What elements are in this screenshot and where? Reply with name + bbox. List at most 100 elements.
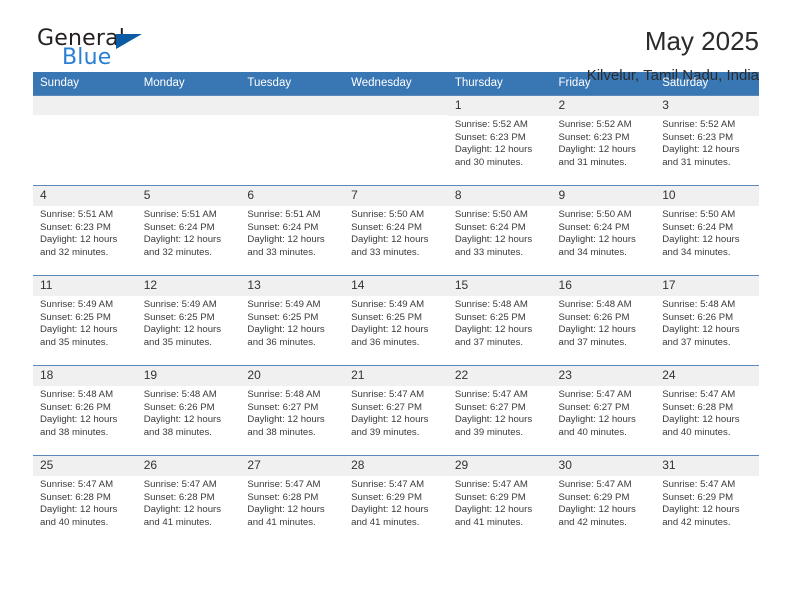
sunrise-sunset-calendar: Sunday Monday Tuesday Wednesday Thursday… bbox=[33, 72, 759, 546]
sunset-text: Sunset: 6:24 PM bbox=[662, 221, 734, 233]
sunset-text: Sunset: 6:29 PM bbox=[454, 491, 526, 503]
daylight-text-line1: Daylight: 12 hours bbox=[247, 324, 325, 336]
sunrise-text: Sunrise: 5:47 AM bbox=[40, 479, 114, 490]
daylight-text-line2: and 42 minutes. bbox=[558, 516, 627, 528]
calendar-day-cell[interactable]: 1 Sunrise: 5:52 AM Sunset: 6:23 PM Daylight… bbox=[447, 95, 552, 186]
daylight-text-line2: and 32 minutes. bbox=[143, 246, 212, 258]
page-title: May 2025 bbox=[644, 26, 759, 56]
calendar-day-cell[interactable]: 27 Sunrise: 5:47 AM Sunset: 6:28 PM Dayligh… bbox=[240, 455, 345, 546]
calendar-day-cell[interactable]: 25 Sunrise: 5:47 AM Sunset: 6:28 PM Dayligh… bbox=[33, 455, 137, 546]
day-number: 17 bbox=[655, 276, 759, 296]
calendar-day-cell[interactable]: 12 Sunrise: 5:49 AM Sunset: 6:25 PM Dayligh… bbox=[136, 275, 241, 366]
daylight-text-line1: Daylight: 12 hours bbox=[454, 234, 533, 246]
calendar-day-cell[interactable]: 6 Sunrise: 5:51 AM Sunset: 6:24 PM Daylight… bbox=[240, 185, 345, 276]
calendar-day-cell[interactable]: 10 Sunrise: 5:50 AM Sunset: 6:24 PM Dayligh… bbox=[655, 185, 759, 276]
calendar-day-cell[interactable]: 17 Sunrise: 5:48 AM Sunset: 6:26 PM Dayligh… bbox=[655, 275, 759, 366]
day-number: 8 bbox=[447, 186, 552, 206]
sunrise-text: Sunrise: 5:52 AM bbox=[662, 119, 736, 130]
day-details: Sunrise: 5:50 AM Sunset: 6:24 PM Daylight:… bbox=[344, 206, 448, 259]
sunset-text: Sunset: 6:25 PM bbox=[247, 311, 319, 323]
daylight-text-line1: Daylight: 12 hours bbox=[662, 414, 740, 426]
sunrise-text: Sunrise: 5:52 AM bbox=[454, 119, 528, 130]
sunrise-text: Sunrise: 5:48 AM bbox=[143, 389, 217, 400]
calendar-day-cell[interactable]: 19 Sunrise: 5:48 AM Sunset: 6:26 PM Dayligh… bbox=[136, 365, 241, 456]
calendar-day-cell[interactable]: 9 Sunrise: 5:50 AM Sunset: 6:24 PM Daylight… bbox=[551, 185, 656, 276]
calendar-day-cell[interactable]: 24 Sunrise: 5:47 AM Sunset: 6:28 PM Dayligh… bbox=[655, 365, 759, 456]
page-header: General Blue May 2025 Kilvelur, Tamil Na… bbox=[33, 0, 759, 84]
sunset-text: Sunset: 6:29 PM bbox=[662, 491, 734, 503]
calendar-day-cell[interactable]: 3 Sunrise: 5:52 AM Sunset: 6:23 PM Daylight… bbox=[655, 95, 759, 186]
daylight-text-line1: Daylight: 12 hours bbox=[351, 414, 429, 426]
daylight-text-line1: Daylight: 12 hours bbox=[662, 234, 740, 246]
day-number bbox=[136, 96, 241, 115]
daylight-text-line2: and 39 minutes. bbox=[454, 426, 524, 438]
calendar-day-cell[interactable]: 15 Sunrise: 5:48 AM Sunset: 6:25 PM Dayligh… bbox=[447, 275, 552, 366]
daylight-text-line2: and 38 minutes. bbox=[40, 426, 109, 438]
day-number: 12 bbox=[136, 276, 241, 296]
day-number: 20 bbox=[240, 366, 345, 386]
general-blue-logo[interactable]: General Blue bbox=[33, 26, 163, 72]
daylight-text-line2: and 40 minutes. bbox=[662, 426, 731, 438]
calendar-empty-cell bbox=[344, 95, 448, 186]
calendar-day-cell[interactable]: 28 Sunrise: 5:47 AM Sunset: 6:29 PM Dayligh… bbox=[344, 455, 448, 546]
day-details: Sunrise: 5:48 AM Sunset: 6:26 PM Daylight:… bbox=[655, 296, 759, 349]
calendar-day-cell[interactable]: 11 Sunrise: 5:49 AM Sunset: 6:25 PM Dayligh… bbox=[33, 275, 137, 366]
daylight-text-line1: Daylight: 12 hours bbox=[558, 414, 636, 426]
daylight-text-line1: Daylight: 12 hours bbox=[454, 414, 533, 426]
calendar-day-cell[interactable]: 2 Sunrise: 5:52 AM Sunset: 6:23 PM Daylight… bbox=[551, 95, 656, 186]
daylight-text-line2: and 40 minutes. bbox=[558, 426, 627, 438]
day-number bbox=[33, 96, 137, 115]
daylight-text-line1: Daylight: 12 hours bbox=[454, 144, 533, 156]
daylight-text-line1: Daylight: 12 hours bbox=[143, 234, 222, 246]
calendar-day-cell[interactable]: 30 Sunrise: 5:47 AM Sunset: 6:29 PM Dayligh… bbox=[551, 455, 656, 546]
day-number: 16 bbox=[551, 276, 656, 296]
weekday-header-monday: Monday bbox=[136, 72, 241, 96]
calendar-day-cell[interactable]: 18 Sunrise: 5:48 AM Sunset: 6:26 PM Dayligh… bbox=[33, 365, 137, 456]
calendar-day-cell[interactable]: 7 Sunrise: 5:50 AM Sunset: 6:24 PM Daylight… bbox=[344, 185, 448, 276]
sunrise-text: Sunrise: 5:47 AM bbox=[662, 479, 736, 490]
day-details: Sunrise: 5:49 AM Sunset: 6:25 PM Daylight:… bbox=[344, 296, 448, 349]
sunrise-text: Sunrise: 5:51 AM bbox=[143, 209, 217, 220]
calendar-week-row: 4 Sunrise: 5:51 AM Sunset: 6:23 PM Daylight… bbox=[33, 185, 759, 276]
daylight-text-line2: and 32 minutes. bbox=[40, 246, 109, 258]
day-number: 13 bbox=[240, 276, 345, 296]
daylight-text-line2: and 33 minutes. bbox=[454, 246, 524, 258]
sunrise-text: Sunrise: 5:47 AM bbox=[143, 479, 217, 490]
calendar-day-cell[interactable]: 5 Sunrise: 5:51 AM Sunset: 6:24 PM Daylight… bbox=[136, 185, 241, 276]
calendar-day-cell[interactable]: 26 Sunrise: 5:47 AM Sunset: 6:28 PM Dayligh… bbox=[136, 455, 241, 546]
calendar-day-cell[interactable]: 21 Sunrise: 5:47 AM Sunset: 6:27 PM Dayligh… bbox=[344, 365, 448, 456]
sunset-text: Sunset: 6:24 PM bbox=[558, 221, 630, 233]
calendar-day-cell[interactable]: 22 Sunrise: 5:47 AM Sunset: 6:27 PM Dayligh… bbox=[447, 365, 552, 456]
calendar-day-cell[interactable]: 31 Sunrise: 5:47 AM Sunset: 6:29 PM Dayligh… bbox=[655, 455, 759, 546]
calendar-day-cell[interactable]: 29 Sunrise: 5:47 AM Sunset: 6:29 PM Dayligh… bbox=[447, 455, 552, 546]
calendar-week-row: 25 Sunrise: 5:47 AM Sunset: 6:28 PM Dayligh… bbox=[33, 455, 759, 546]
day-details: Sunrise: 5:52 AM Sunset: 6:23 PM Daylight:… bbox=[552, 116, 656, 169]
sunset-text: Sunset: 6:27 PM bbox=[351, 401, 423, 413]
sunset-text: Sunset: 6:26 PM bbox=[143, 401, 215, 413]
day-details: Sunrise: 5:47 AM Sunset: 6:28 PM Daylight:… bbox=[655, 386, 759, 439]
daylight-text-line1: Daylight: 12 hours bbox=[40, 324, 118, 336]
sunset-text: Sunset: 6:26 PM bbox=[558, 311, 630, 323]
day-details: Sunrise: 5:48 AM Sunset: 6:26 PM Daylight:… bbox=[552, 296, 656, 349]
sunset-text: Sunset: 6:23 PM bbox=[454, 131, 526, 143]
calendar-day-cell[interactable]: 23 Sunrise: 5:47 AM Sunset: 6:27 PM Dayligh… bbox=[551, 365, 656, 456]
calendar-day-cell[interactable]: 20 Sunrise: 5:48 AM Sunset: 6:27 PM Dayligh… bbox=[240, 365, 345, 456]
day-details: Sunrise: 5:49 AM Sunset: 6:25 PM Daylight:… bbox=[240, 296, 344, 349]
day-details: Sunrise: 5:48 AM Sunset: 6:25 PM Daylight:… bbox=[448, 296, 552, 349]
day-number: 11 bbox=[33, 276, 137, 296]
weekday-header-thursday: Thursday bbox=[447, 72, 552, 96]
calendar-day-cell[interactable]: 8 Sunrise: 5:50 AM Sunset: 6:24 PM Daylight… bbox=[447, 185, 552, 276]
logo-text-blue: Blue bbox=[62, 45, 112, 70]
calendar-day-cell[interactable]: 13 Sunrise: 5:49 AM Sunset: 6:25 PM Dayligh… bbox=[240, 275, 345, 366]
day-number: 21 bbox=[344, 366, 448, 386]
calendar-day-cell[interactable]: 14 Sunrise: 5:49 AM Sunset: 6:25 PM Dayligh… bbox=[344, 275, 448, 366]
sunrise-text: Sunrise: 5:49 AM bbox=[40, 299, 114, 310]
daylight-text-line2: and 41 minutes. bbox=[454, 516, 524, 528]
daylight-text-line2: and 41 minutes. bbox=[247, 516, 316, 528]
day-number bbox=[240, 96, 345, 115]
sunrise-text: Sunrise: 5:50 AM bbox=[351, 209, 425, 220]
daylight-text-line1: Daylight: 12 hours bbox=[247, 504, 325, 516]
day-number: 26 bbox=[136, 456, 241, 476]
calendar-day-cell[interactable]: 16 Sunrise: 5:48 AM Sunset: 6:26 PM Dayligh… bbox=[551, 275, 656, 366]
calendar-day-cell[interactable]: 4 Sunrise: 5:51 AM Sunset: 6:23 PM Daylight… bbox=[33, 185, 137, 276]
